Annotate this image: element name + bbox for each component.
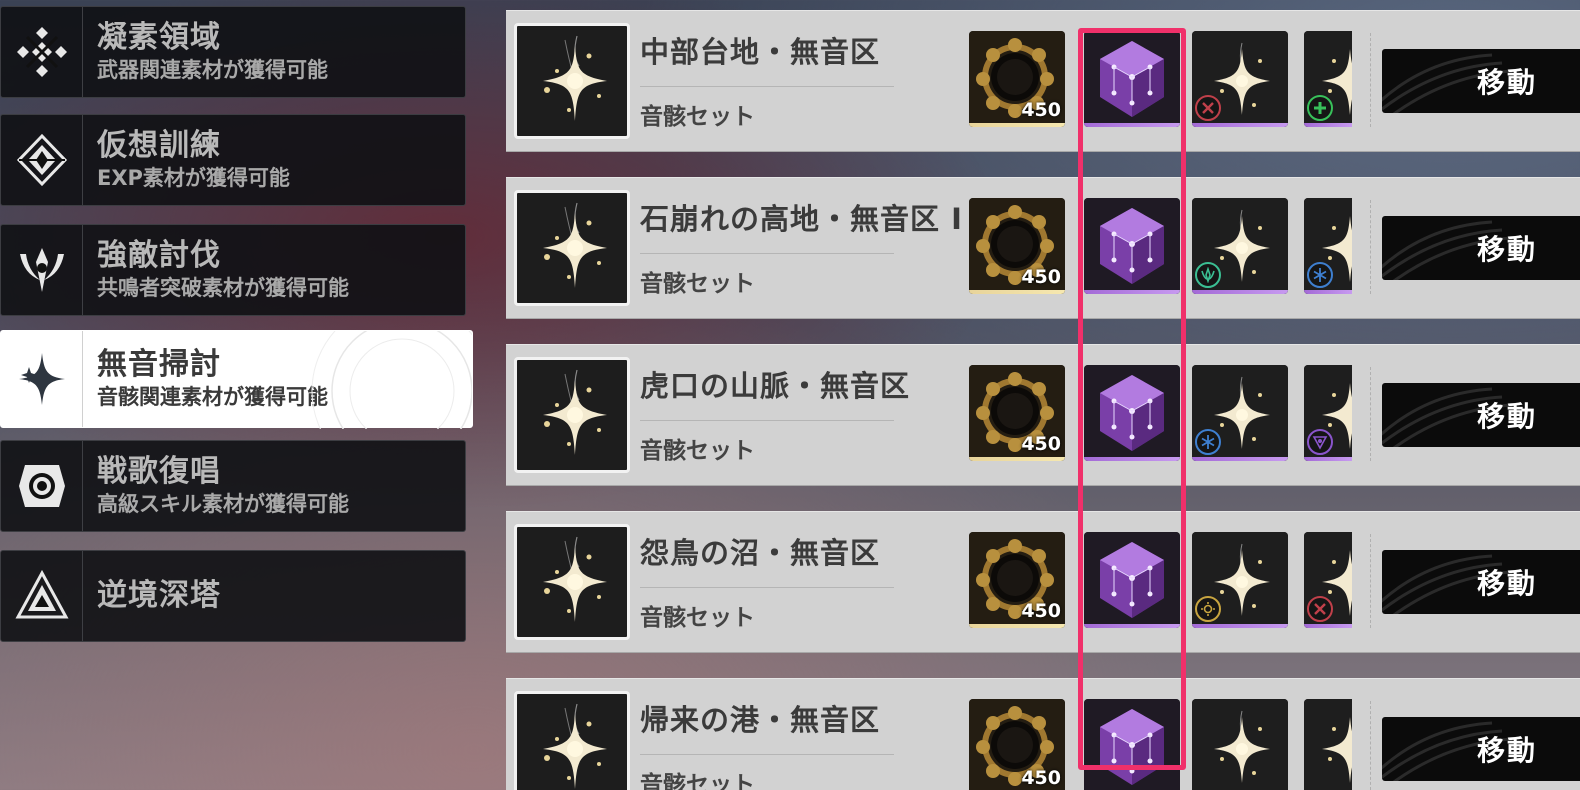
sidebar-item-subtitle: 音骸関連素材が獲得可能	[97, 385, 328, 409]
sidebar-item-simulation-training[interactable]: 仮想訓練 EXP素材が獲得可能	[0, 114, 466, 206]
echo-set-thumbnail	[514, 357, 630, 473]
sidebar-item-boss-challenge[interactable]: 強敵討伐 共鳴者突破素材が獲得可能	[0, 224, 466, 316]
vortex-icon	[1307, 429, 1333, 455]
sidebar: 凝素領域 武器関連素材が獲得可能 仮想訓練 EXP素材が獲得可能 強敵討伐 共鳴…	[0, 0, 475, 790]
move-button-label: 移動	[1476, 66, 1537, 99]
snowflake-icon	[1307, 262, 1333, 288]
echo-set-label: 音骸セット	[640, 438, 755, 464]
sidebar-item-tower[interactable]: 逆境深塔	[0, 550, 466, 642]
sidebar-item-subtitle: EXP素材が獲得可能	[97, 166, 290, 190]
echo-set-thumbnail	[514, 524, 630, 640]
reward-echo-tuner[interactable]	[1084, 365, 1180, 461]
crossed-swords-icon	[1307, 596, 1333, 622]
sun-icon	[1195, 596, 1221, 622]
reward-echo-set-b[interactable]	[1304, 31, 1352, 127]
sidebar-item-title: 強敵討伐	[97, 238, 221, 273]
snowflake-icon	[1195, 429, 1221, 455]
divider	[1370, 534, 1371, 628]
tacet-field-row: 帰来の港・無音区 音骸セット 450 移動	[506, 678, 1580, 790]
reward-echo-tuner[interactable]	[1084, 198, 1180, 294]
sidebar-item-title: 逆境深塔	[97, 578, 221, 613]
reward-echo-tuner[interactable]	[1084, 31, 1180, 127]
move-button[interactable]: 移動	[1382, 717, 1580, 781]
tacet-field-row: 虎口の山脈・無音区 音骸セット 450 移動	[506, 344, 1580, 486]
echo-set-thumbnail	[514, 691, 630, 790]
reward-echo-set-a[interactable]	[1192, 31, 1288, 127]
reward-quantity: 450	[1021, 99, 1061, 121]
divider	[1370, 200, 1371, 294]
divider	[640, 754, 894, 755]
reward-shell-credit[interactable]: 450	[969, 532, 1065, 628]
reward-shell-credit[interactable]: 450	[969, 198, 1065, 294]
echo-set-thumbnail	[514, 190, 630, 306]
wing-crest-icon	[1195, 262, 1221, 288]
reward-shell-credit[interactable]: 450	[969, 365, 1065, 461]
tacet-field-row: 石崩れの高地・無音区 I 音骸セット 450 移動	[506, 177, 1580, 319]
crossed-swords-icon	[1195, 95, 1221, 121]
divider	[1370, 367, 1371, 461]
tacet-field-name: 石崩れの高地・無音区 I	[640, 202, 963, 236]
tower-icon	[1, 551, 83, 641]
weapon-domain-icon	[1, 7, 83, 97]
sidebar-item-weekly-challenge[interactable]: 戦歌復唱 高級スキル素材が獲得可能	[0, 440, 466, 532]
reward-echo-set-a[interactable]	[1192, 198, 1288, 294]
reward-echo-set-b[interactable]	[1304, 198, 1352, 294]
tacet-field-name: 帰来の港・無音区	[640, 703, 881, 737]
echo-set-label: 音骸セット	[640, 605, 755, 631]
reward-echo-set-b[interactable]	[1304, 532, 1352, 628]
sidebar-item-subtitle: 武器関連素材が獲得可能	[97, 58, 328, 82]
reward-echo-set-b[interactable]	[1304, 365, 1352, 461]
plus-icon	[1307, 95, 1333, 121]
tacet-field-name: 虎口の山脈・無音区	[640, 369, 911, 403]
reward-quantity: 450	[1021, 600, 1061, 622]
divider	[640, 253, 894, 254]
reward-shell-credit[interactable]: 450	[969, 699, 1065, 790]
echo-set-thumbnail	[514, 23, 630, 139]
reward-echo-tuner[interactable]	[1084, 532, 1180, 628]
echo-set-label: 音骸セット	[640, 271, 755, 297]
move-button[interactable]: 移動	[1382, 216, 1580, 280]
divider	[640, 587, 894, 588]
echo-set-label: 音骸セット	[640, 772, 755, 790]
move-button-label: 移動	[1476, 233, 1537, 266]
sidebar-item-title: 無音掃討	[97, 347, 221, 382]
move-button-label: 移動	[1476, 400, 1537, 433]
reward-quantity: 450	[1021, 266, 1061, 288]
echo-set-label: 音骸セット	[640, 104, 755, 130]
sidebar-item-subtitle: 共鳴者突破素材が獲得可能	[97, 276, 349, 300]
sparkle-icon	[1, 331, 83, 427]
tacet-field-name: 怨鳥の沼・無音区	[640, 536, 881, 570]
move-button[interactable]: 移動	[1382, 383, 1580, 447]
move-button[interactable]: 移動	[1382, 49, 1580, 113]
move-button-label: 移動	[1476, 734, 1537, 767]
reward-echo-set-a[interactable]	[1192, 365, 1288, 461]
move-button[interactable]: 移動	[1382, 550, 1580, 614]
move-button-label: 移動	[1476, 567, 1537, 600]
reward-echo-tuner[interactable]	[1084, 699, 1180, 790]
tacet-field-row: 怨鳥の沼・無音区 音骸セット 450 移動	[506, 511, 1580, 653]
divider	[1370, 33, 1371, 127]
reward-echo-set-b[interactable]	[1304, 699, 1352, 790]
sidebar-item-subtitle: 高級スキル素材が獲得可能	[97, 492, 349, 516]
sidebar-item-title: 凝素領域	[97, 20, 221, 55]
simulation-training-icon	[1, 115, 83, 205]
boss-challenge-icon	[1, 225, 83, 315]
reward-echo-set-a[interactable]	[1192, 699, 1288, 790]
reward-echo-set-a[interactable]	[1192, 532, 1288, 628]
sidebar-item-weapon-domain[interactable]: 凝素領域 武器関連素材が獲得可能	[0, 6, 466, 98]
reward-quantity: 450	[1021, 433, 1061, 455]
weekly-challenge-icon	[1, 441, 83, 531]
divider	[1370, 701, 1371, 790]
divider	[640, 420, 894, 421]
tacet-field-row: 中部台地・無音区 音骸セット 450 移動	[506, 10, 1580, 152]
reward-shell-credit[interactable]: 450	[969, 31, 1065, 127]
sidebar-item-title: 戦歌復唱	[97, 454, 221, 489]
sidebar-item-title: 仮想訓練	[97, 128, 221, 163]
sidebar-item-tacet-discord[interactable]: 無音掃討 音骸関連素材が獲得可能	[0, 330, 473, 429]
tacet-field-name: 中部台地・無音区	[640, 35, 881, 69]
divider	[640, 86, 894, 87]
reward-quantity: 450	[1021, 767, 1061, 789]
